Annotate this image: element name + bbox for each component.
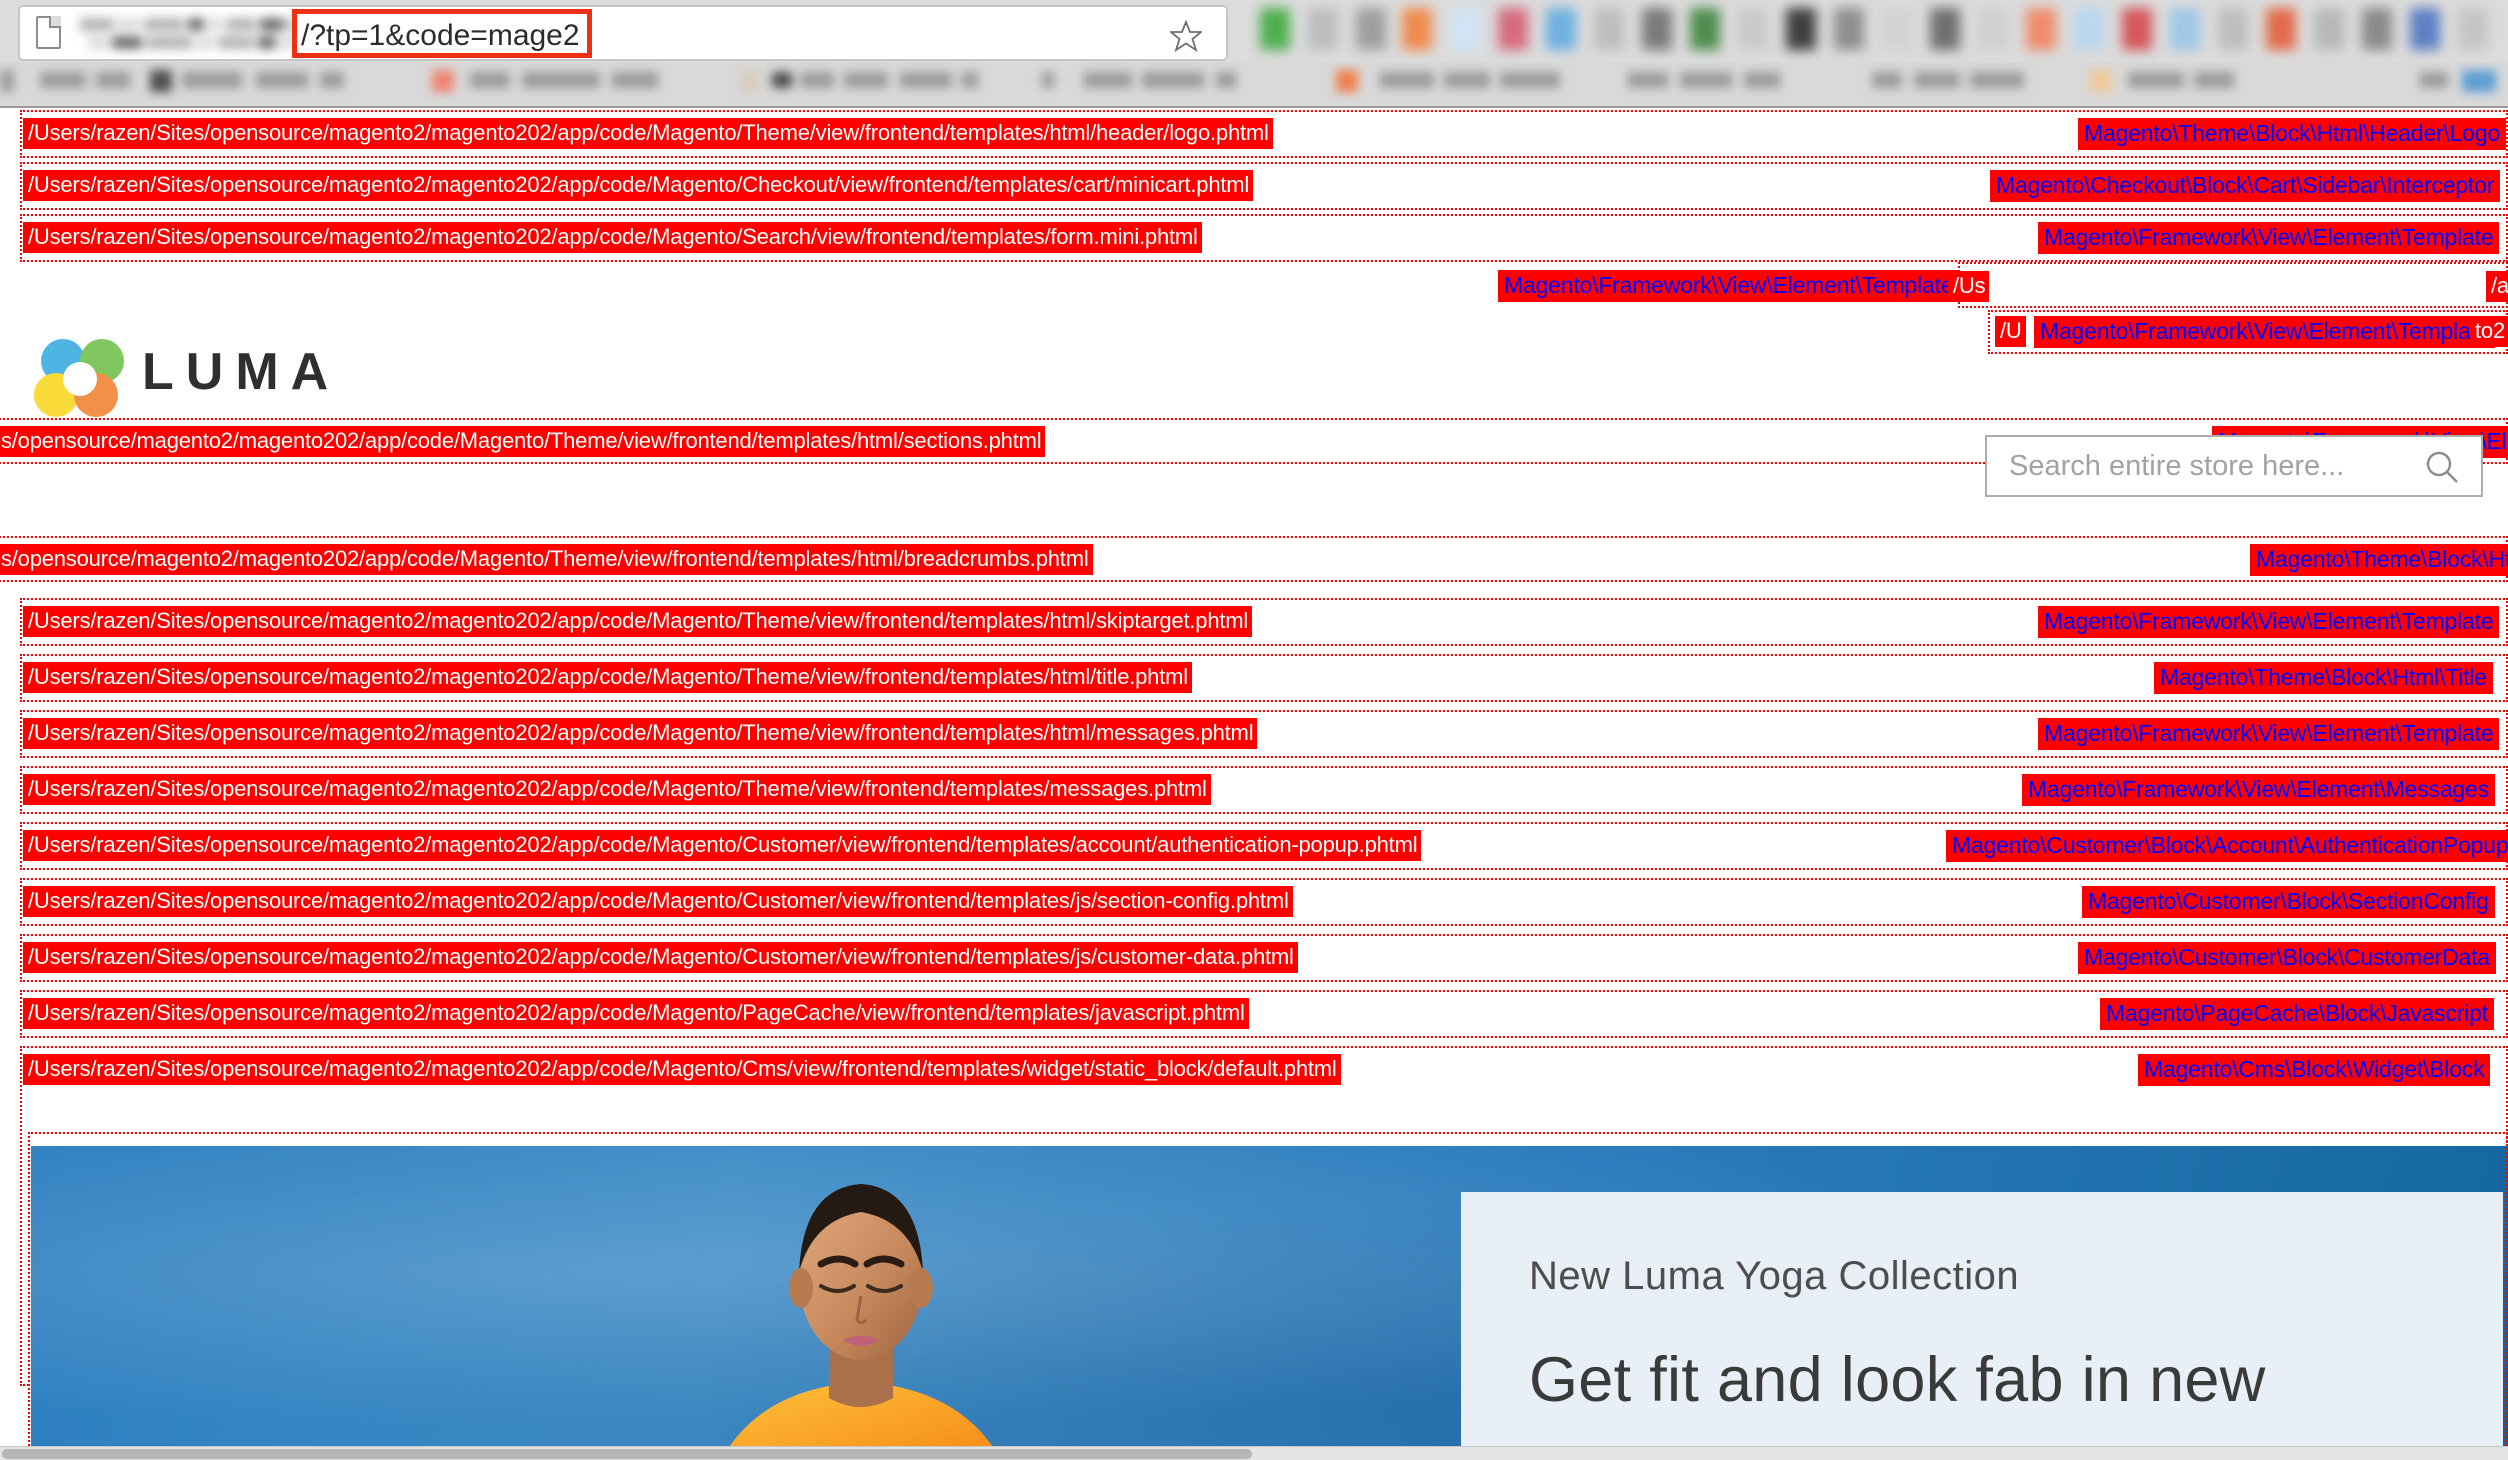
bookmarks-bar[interactable] xyxy=(0,62,2508,106)
browser-chrome: /?tp=1&code=mage2 xyxy=(0,0,2508,108)
template-hint-class: Magento\Theme\Block\Ht xyxy=(2250,544,2508,576)
bookmark-star-icon[interactable] xyxy=(1170,20,1202,52)
template-hint-path: /Users/razen/Sites/opensource/magento2/m… xyxy=(23,662,1192,693)
bookmarks-bar-redacted xyxy=(0,62,2508,106)
template-hint-path: /Users/razen/Sites/opensource/magento2/m… xyxy=(23,222,1202,253)
template-hint-class: Magento\PageCache\Block\Javascript xyxy=(2100,998,2494,1030)
search-box[interactable] xyxy=(1985,435,2483,497)
template-hint-class: Magento\Customer\Block\CustomerData xyxy=(2078,942,2496,974)
template-hint-class: Magento\Framework\View\Element\Template xyxy=(2038,718,2500,750)
template-hint-path: /Users/razen/Sites/opensource/magento2/m… xyxy=(23,774,1211,805)
template-hint-class: Magento\Framework\View\Element\Template xyxy=(2038,222,2500,254)
browser-toolbar: /?tp=1&code=mage2 xyxy=(0,0,2508,65)
template-hint-class: Magento\Framework\View\Element\Template xyxy=(2038,606,2500,638)
template-hint-class: Magento\Theme\Block\Html\Header\Logo xyxy=(2078,118,2506,150)
address-bar-url-redacted xyxy=(78,16,296,54)
template-hint-path-fragment-tail: /ap xyxy=(2486,271,2508,302)
template-hint-class: Magento\Checkout\Block\Cart\Sidebar\Inte… xyxy=(1990,170,2501,202)
template-hint-path: tes/opensource/magento2/magento202/app/c… xyxy=(0,426,1046,457)
template-hint-path: /Users/razen/Sites/opensource/magento2/m… xyxy=(23,118,1273,149)
template-hint-class: Magento\Theme\Block\Html\Title xyxy=(2154,662,2493,694)
site-logo[interactable]: LUMA xyxy=(30,332,328,417)
template-hint-path: /Users/razen/Sites/opensource/magento2/m… xyxy=(23,942,1298,973)
template-hint-path: /Users/razen/Sites/opensource/magento2/m… xyxy=(23,830,1422,861)
template-hint-class: Magento\Framework\View\Element\Template xyxy=(2034,316,2496,348)
page-content: /Users/razen/Sites/opensource/magento2/m… xyxy=(0,110,2508,1460)
template-hint-box xyxy=(1958,262,2508,308)
address-bar[interactable]: /?tp=1&code=mage2 xyxy=(18,5,1228,61)
template-hint-path: /Users/razen/Sites/opensource/magento2/m… xyxy=(23,170,1254,201)
luma-flower-logo-icon xyxy=(34,339,124,417)
template-hint-path: /Users/razen/Sites/opensource/magento2/m… xyxy=(23,718,1258,749)
site-logo-text: LUMA xyxy=(142,343,341,401)
template-hint-path: tes/opensource/magento2/magento202/app/c… xyxy=(0,544,1093,575)
template-hint-path-fragment: /U xyxy=(1995,316,2026,347)
template-hint-class: Magento\Customer\Block\Account\Authentic… xyxy=(1946,830,2508,862)
template-hint-class: Magento\Framework\View\Element\Messages xyxy=(2022,774,2495,806)
search-magnifier-icon[interactable] xyxy=(2425,450,2459,484)
template-hint-class: Magento\Framework\View\Element\Template xyxy=(1498,270,1960,302)
horizontal-scrollbar[interactable] xyxy=(0,1446,2508,1460)
template-hint-class: Magento\Cms\Block\Widget\Block xyxy=(2138,1054,2491,1086)
url-query-string-highlight: /?tp=1&code=mage2 xyxy=(292,9,592,58)
horizontal-scrollbar-thumb[interactable] xyxy=(2,1449,1252,1459)
template-hint-path: /Users/razen/Sites/opensource/magento2/m… xyxy=(23,886,1293,917)
template-hint-path-fragment: /Us xyxy=(1948,271,1990,302)
template-hint-path-fragment-tail: to2 xyxy=(2470,316,2508,347)
template-hint-class: Magento\Customer\Block\SectionConfig xyxy=(2082,886,2495,918)
template-hint-path: /Users/razen/Sites/opensource/magento2/m… xyxy=(23,1054,1341,1085)
template-hint-box-hero xyxy=(28,1132,2508,1460)
template-hint-path: /Users/razen/Sites/opensource/magento2/m… xyxy=(23,606,1253,637)
search-input[interactable] xyxy=(2009,437,2409,495)
browser-extension-icons-redacted xyxy=(1250,0,2508,62)
template-hint-path: /Users/razen/Sites/opensource/magento2/m… xyxy=(23,998,1249,1029)
page-document-icon xyxy=(36,16,61,49)
